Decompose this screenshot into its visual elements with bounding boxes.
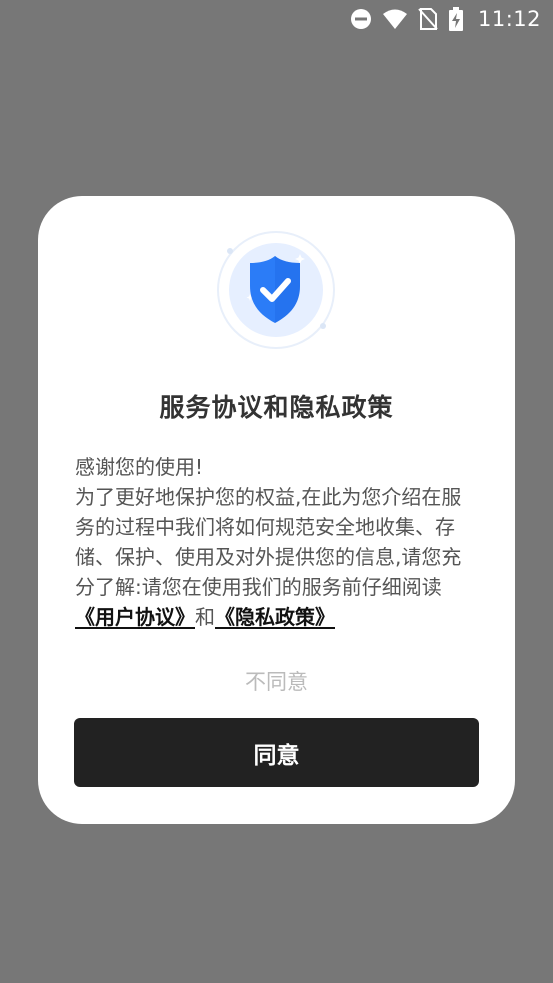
- disagree-button[interactable]: 不同意: [38, 666, 515, 696]
- privacy-dialog: 服务协议和隐私政策 感谢您的使用! 为了更好地保护您的权益,在此为您介绍在服务的…: [38, 196, 515, 824]
- status-bar: 11:12: [0, 0, 553, 38]
- dialog-body: 感谢您的使用! 为了更好地保护您的权益,在此为您介绍在服务的过程中我们将如何规范…: [75, 452, 480, 632]
- no-sim-icon: [418, 8, 438, 30]
- user-agreement-link[interactable]: 《用户协议》: [75, 605, 195, 629]
- dialog-title: 服务协议和隐私政策: [159, 393, 394, 422]
- privacy-notice-text: 为了更好地保护您的权益,在此为您介绍在服务的过程中我们将如何规范安全地收集、存储…: [75, 482, 480, 632]
- status-time: 11:12: [477, 7, 541, 31]
- privacy-policy-link[interactable]: 《隐私政策》: [215, 605, 335, 629]
- do-not-disturb-icon: [350, 8, 372, 30]
- shield-check-icon: [216, 230, 336, 350]
- greeting-text: 感谢您的使用!: [75, 455, 204, 479]
- agree-button[interactable]: 同意: [74, 718, 479, 787]
- wifi-icon: [382, 8, 408, 30]
- battery-charging-icon: [448, 7, 464, 31]
- body-text: 为了更好地保护您的权益,在此为您介绍在服务的过程中我们将如何规范安全地收集、存储…: [75, 485, 462, 599]
- conjunction-text: 和: [195, 605, 215, 629]
